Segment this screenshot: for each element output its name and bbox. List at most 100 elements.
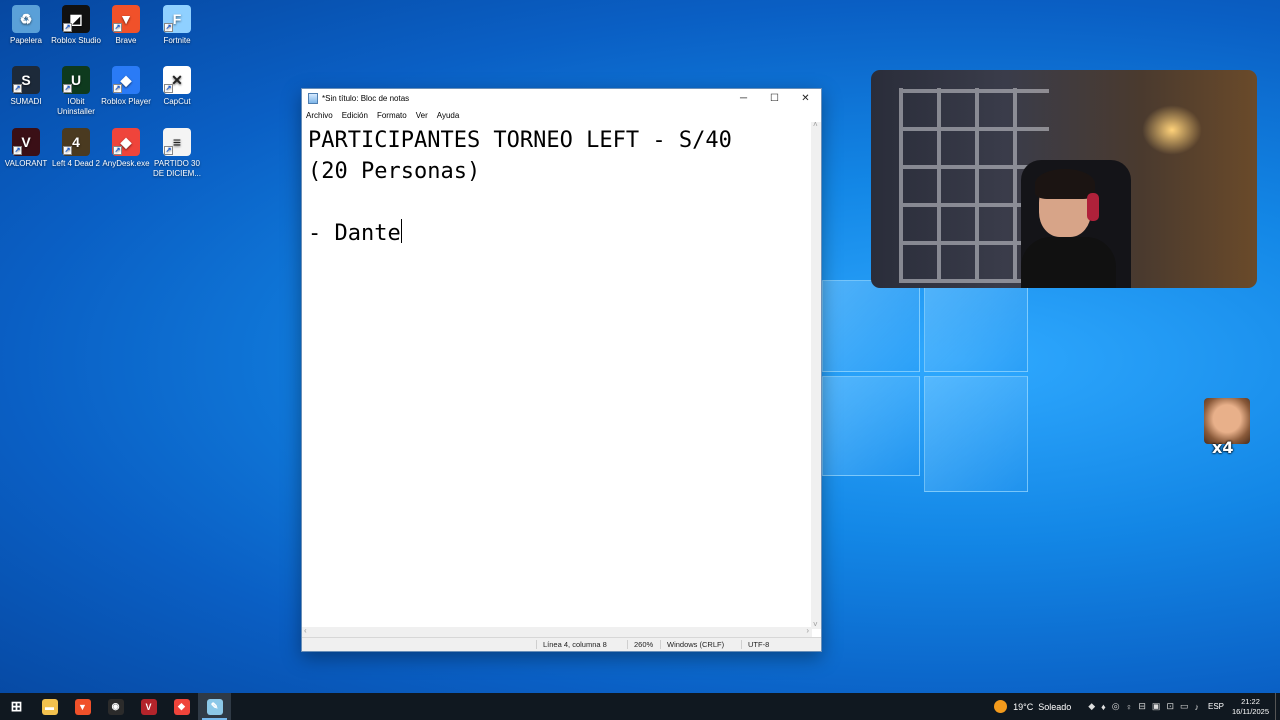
notepad-titlebar[interactable]: *Sin título: Bloc de notas ─ ☐ ✕ [302, 89, 821, 108]
wallpaper-pane [822, 376, 920, 476]
maximize-button[interactable]: ☐ [759, 89, 790, 108]
menu-ver[interactable]: Ver [416, 111, 428, 120]
system-tray: 19°C Soleado ◆ ♦ ◎ ♀ ⊟ ▣ ⊡ ▭ ♪ ESP 21:22… [994, 693, 1280, 720]
menu-edicion[interactable]: Edición [342, 111, 368, 120]
desktop-icon[interactable]: ≡ ↗ PARTIDO 30 DE DICIEM... [151, 128, 203, 179]
menu-formato[interactable]: Formato [377, 111, 407, 120]
tray-app-icon[interactable]: ⊡ [1166, 701, 1174, 712]
brave-icon: ▼ [74, 698, 91, 715]
capcut-icon: ✕ ↗ [163, 66, 191, 94]
menu-bar: Archivo Edición Formato Ver Ayuda [302, 108, 821, 122]
taskbar-start-button[interactable]: ⊞ [0, 693, 33, 720]
wallpaper-windows-logo [822, 280, 1028, 492]
webcam-person [1021, 169, 1116, 288]
desktop-icon[interactable]: ◩ ↗ Roblox Studio [50, 5, 102, 46]
taskbar-explorer-button[interactable]: ▬ [33, 693, 66, 720]
obs-icon: ◉ [107, 698, 124, 715]
steam-icon[interactable]: ◎ [1112, 701, 1120, 712]
taskbar-apps: ⊞ ▬ ▼ ◉ V ◆ ✎ [0, 693, 231, 720]
taskbar-voicemeeter-button[interactable]: V [132, 693, 165, 720]
anydesk-icon: ◆ [173, 698, 190, 715]
cursor-position: Línea 4, columna 8 [536, 640, 607, 649]
taskbar: ⊞ ▬ ▼ ◉ V ◆ ✎ 19°C Soleado ◆ ♦ ◎ ♀ ⊟ ▣ ⊡ ▭ ♪ E… [0, 693, 1280, 720]
shortcut-arrow-icon: ↗ [63, 23, 72, 32]
clock[interactable]: 21:22 16/11/2025 [1232, 697, 1269, 717]
taskbar-anydesk-button[interactable]: ◆ [165, 693, 198, 720]
desktop-icon[interactable]: ✕ ↗ CapCut [151, 66, 203, 107]
desktop-icon[interactable]: S ↗ SUMADI [0, 66, 52, 107]
desktop-icon-label: VALORANT [4, 159, 48, 168]
shortcut-arrow-icon: ↗ [113, 146, 122, 155]
horizontal-scrollbar[interactable]: ‹ › [302, 626, 812, 637]
shortcut-arrow-icon: ↗ [164, 146, 173, 155]
language-indicator[interactable]: ESP [1208, 702, 1224, 711]
shortcut-arrow-icon: ↗ [13, 84, 22, 93]
brave-icon: ▼ ↗ [112, 5, 140, 33]
text-editor[interactable]: PARTICIPANTES TORNEO LEFT - S/40 (20 Pers… [302, 122, 812, 629]
desktop-icon-label: IObit Uninstaller [57, 97, 95, 116]
window-title: *Sin título: Bloc de notas [322, 94, 410, 103]
emote-count: x4 [1212, 438, 1234, 457]
desktop-icon[interactable]: ◆ ↗ AnyDesk.exe [100, 128, 152, 169]
status-bar: Línea 4, columna 8 260% Windows (CRLF) U… [302, 637, 821, 651]
tray-app-icon[interactable]: ▣ [1152, 701, 1161, 712]
notepad-window[interactable]: *Sin título: Bloc de notas ─ ☐ ✕ Archivo… [301, 88, 822, 652]
voicemeeter-icon: V [140, 698, 157, 715]
menu-ayuda[interactable]: Ayuda [437, 111, 460, 120]
left4dead2-icon: 4 ↗ [62, 128, 90, 156]
editor-line: PARTICIPANTES TORNEO LEFT - S/40 [308, 128, 732, 153]
encoding: UTF-8 [741, 640, 769, 649]
nvidia-icon[interactable]: ◆ [1088, 701, 1095, 712]
wallpaper-pane [822, 280, 920, 372]
desktop-icon[interactable]: ◆ ↗ Roblox Player [100, 66, 152, 107]
weather-text[interactable]: 19°C Soleado [1013, 702, 1071, 712]
desktop-icon[interactable]: V ↗ VALORANT [0, 128, 52, 169]
desktop-icon-label: AnyDesk.exe [102, 159, 150, 168]
zoom-level: 260% [627, 640, 653, 649]
taskbar-notepad-button[interactable]: ✎ [198, 693, 231, 720]
editor-line-text: - Dante [308, 221, 401, 246]
desktop-icon[interactable]: ▼ ↗ Brave [100, 5, 152, 46]
desktop-icon[interactable]: F ↗ Fortnite [151, 5, 203, 46]
notepad-icon: ✎ [206, 698, 223, 715]
editor-line: (20 Personas) [308, 159, 481, 184]
usb-icon[interactable]: ⊟ [1138, 701, 1146, 712]
sumadi-icon: S ↗ [12, 66, 40, 94]
network-icon[interactable]: ▭ [1180, 701, 1189, 712]
text-file-icon: ≡ ↗ [163, 128, 191, 156]
volume-icon[interactable]: ♪ [1195, 702, 1200, 712]
shortcut-arrow-icon: ↗ [63, 146, 72, 155]
file-explorer-icon: ▬ [41, 698, 58, 715]
line-ending: Windows (CRLF) [660, 640, 724, 649]
desktop-icon-label: Roblox Player [101, 97, 151, 106]
menu-archivo[interactable]: Archivo [306, 111, 333, 120]
anydesk-icon: ◆ ↗ [112, 128, 140, 156]
desktop-icon-label: CapCut [163, 97, 191, 106]
shortcut-arrow-icon: ↗ [63, 84, 72, 93]
weather-sun-icon [994, 700, 1008, 713]
microphone-icon[interactable]: ♦ [1101, 702, 1106, 712]
windows-start-icon: ⊞ [10, 698, 23, 714]
desktop-icon[interactable]: 4 ↗ Left 4 Dead 2 [50, 128, 102, 169]
taskbar-obs-button[interactable]: ◉ [99, 693, 132, 720]
mic-icon[interactable]: ♀ [1126, 702, 1133, 712]
desktop-icon-label: Brave [115, 36, 137, 45]
desktop-icon-label: Papelera [9, 36, 43, 45]
recycle-bin-icon: ♻ [12, 5, 40, 33]
webcam-lamp [1142, 105, 1202, 155]
desktop-icon-label: Fortnite [163, 36, 191, 45]
minimize-button[interactable]: ─ [728, 89, 759, 108]
desktop-icon[interactable]: U ↗ IObit Uninstaller [50, 66, 102, 117]
notepad-icon [308, 93, 318, 104]
iobit-uninstaller-icon: U ↗ [62, 66, 90, 94]
desktop-icon-label: PARTIDO 30 DE DICIEM... [152, 159, 201, 178]
clock-time: 21:22 [1241, 696, 1260, 706]
taskbar-brave-button[interactable]: ▼ [66, 693, 99, 720]
editor-line: - Dante [308, 218, 806, 249]
close-button[interactable]: ✕ [790, 89, 821, 108]
vertical-scrollbar[interactable] [811, 120, 821, 629]
roblox-player-icon: ◆ ↗ [112, 66, 140, 94]
desktop-icon[interactable]: ♻ Papelera [0, 5, 52, 46]
show-desktop-button[interactable] [1275, 693, 1280, 720]
